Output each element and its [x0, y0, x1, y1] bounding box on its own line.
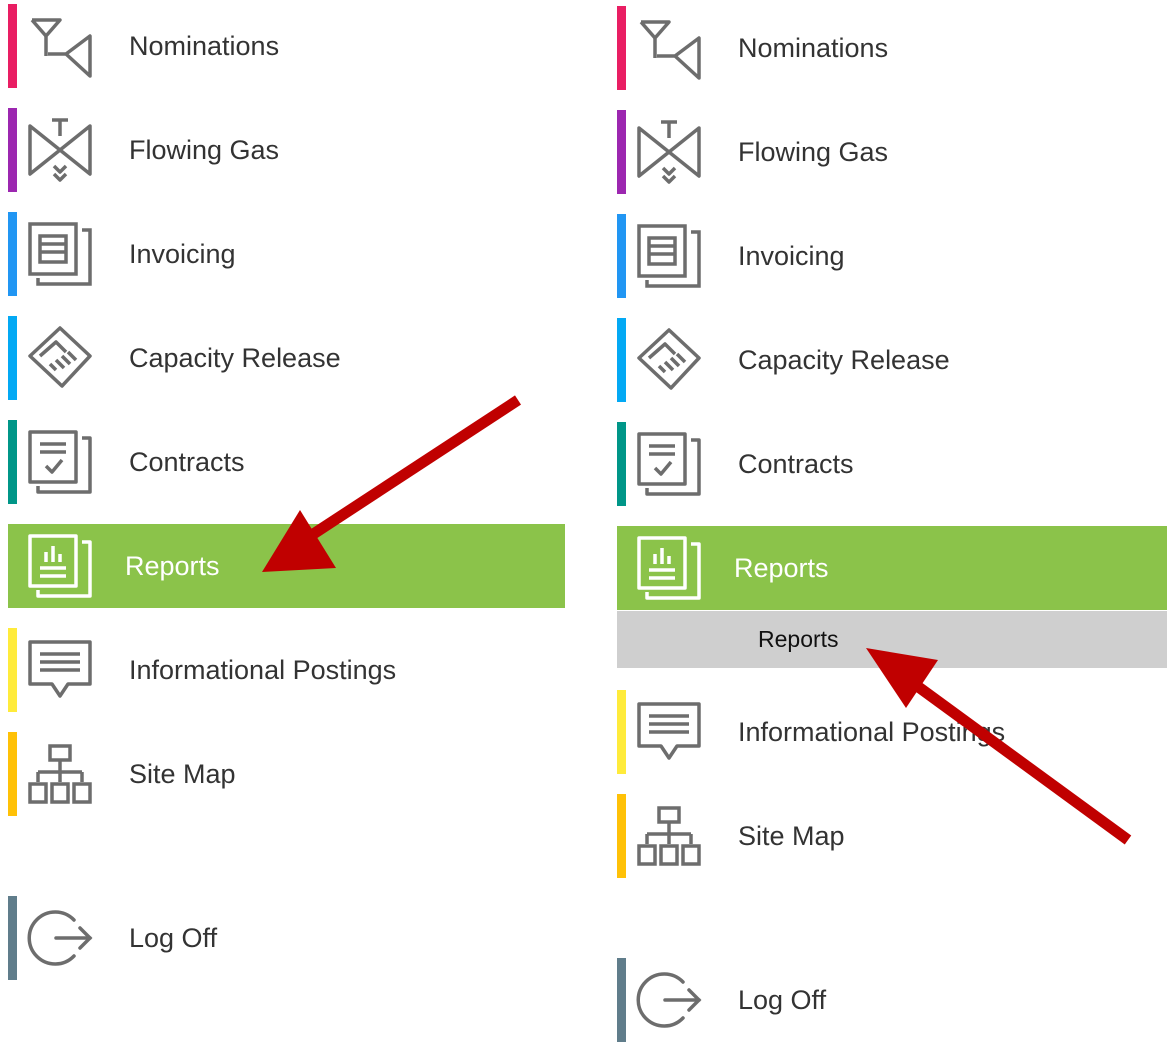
nav-item-reports[interactable]: Reports	[8, 524, 565, 608]
nav-item-label: Capacity Release	[129, 343, 341, 373]
accent-bar	[617, 110, 626, 194]
nominations-icon	[635, 14, 703, 82]
nav-item-label: Nominations	[129, 31, 280, 61]
logoff-icon	[26, 904, 94, 972]
nav-item-label: Informational Postings	[738, 717, 1006, 747]
sitemap-icon	[635, 802, 703, 870]
nav-item-nominations[interactable]: Nominations	[617, 6, 1167, 90]
nav-item-flowing-gas[interactable]: Flowing Gas	[617, 110, 1167, 194]
nav-item-informational-postings[interactable]: Informational Postings	[8, 628, 565, 712]
accent-bar	[617, 214, 626, 298]
nav-item-label: Reports	[125, 551, 220, 581]
nav-item-contracts[interactable]: Contracts	[8, 420, 565, 504]
sitemap-icon	[26, 740, 94, 808]
accent-bar	[8, 628, 17, 712]
logoff-icon	[635, 966, 703, 1034]
accent-bar	[617, 318, 626, 402]
nav-item-label: Invoicing	[129, 239, 236, 269]
nav-item-contracts[interactable]: Contracts	[617, 422, 1167, 506]
nav-item-informational-postings[interactable]: Informational Postings	[617, 690, 1167, 774]
accent-bar	[8, 212, 17, 296]
invoice-icon	[26, 220, 94, 288]
postings-icon	[635, 698, 703, 766]
nav-item-reports[interactable]: Reports	[617, 526, 1167, 610]
nav-item-label: Invoicing	[738, 241, 845, 271]
nav-item-label: Contracts	[129, 447, 245, 477]
nav-item-label: Informational Postings	[129, 655, 397, 685]
valve-icon	[26, 116, 94, 184]
submenu-item-label: Reports	[758, 626, 839, 652]
handshake-icon	[26, 324, 94, 392]
contract-icon	[26, 428, 94, 496]
accent-bar	[617, 794, 626, 878]
nav-item-site-map[interactable]: Site Map	[617, 794, 1167, 878]
accent-bar	[8, 896, 17, 980]
accent-bar	[617, 6, 626, 90]
postings-icon	[26, 636, 94, 704]
nav-item-flowing-gas[interactable]: Flowing Gas	[8, 108, 565, 192]
accent-bar	[617, 690, 626, 774]
accent-bar	[8, 420, 17, 504]
nav-item-capacity-release[interactable]: Capacity Release	[617, 318, 1167, 402]
nav-item-label: Reports	[734, 553, 829, 583]
submenu-item-reports[interactable]: Reports	[617, 611, 1167, 668]
reports-icon	[635, 534, 703, 602]
nav-item-label: Flowing Gas	[738, 137, 889, 167]
nav-item-label: Flowing Gas	[129, 135, 280, 165]
nav-item-log-off[interactable]: Log Off	[8, 896, 565, 980]
nav-item-log-off[interactable]: Log Off	[617, 958, 1167, 1042]
nav-item-invoicing[interactable]: Invoicing	[617, 214, 1167, 298]
nav-item-label: Contracts	[738, 449, 854, 479]
nominations-icon	[26, 12, 94, 80]
accent-bar	[8, 732, 17, 816]
nav-item-capacity-release[interactable]: Capacity Release	[8, 316, 565, 400]
handshake-icon	[635, 326, 703, 394]
nav-item-label: Log Off	[738, 985, 827, 1015]
nav-item-label: Nominations	[738, 33, 889, 63]
accent-bar	[617, 958, 626, 1042]
accent-bar	[8, 108, 17, 192]
accent-bar	[8, 4, 17, 88]
nav-item-label: Capacity Release	[738, 345, 950, 375]
nav-item-label: Site Map	[738, 821, 845, 851]
accent-bar	[8, 524, 17, 608]
reports-icon	[26, 532, 94, 600]
accent-bar	[617, 526, 626, 610]
accent-bar	[617, 422, 626, 506]
nav-item-label: Log Off	[129, 923, 218, 953]
nav-item-nominations[interactable]: Nominations	[8, 4, 565, 88]
invoice-icon	[635, 222, 703, 290]
valve-icon	[635, 118, 703, 186]
nav-item-site-map[interactable]: Site Map	[8, 732, 565, 816]
accent-bar	[8, 316, 17, 400]
nav-item-invoicing[interactable]: Invoicing	[8, 212, 565, 296]
contract-icon	[635, 430, 703, 498]
nav-item-label: Site Map	[129, 759, 236, 789]
